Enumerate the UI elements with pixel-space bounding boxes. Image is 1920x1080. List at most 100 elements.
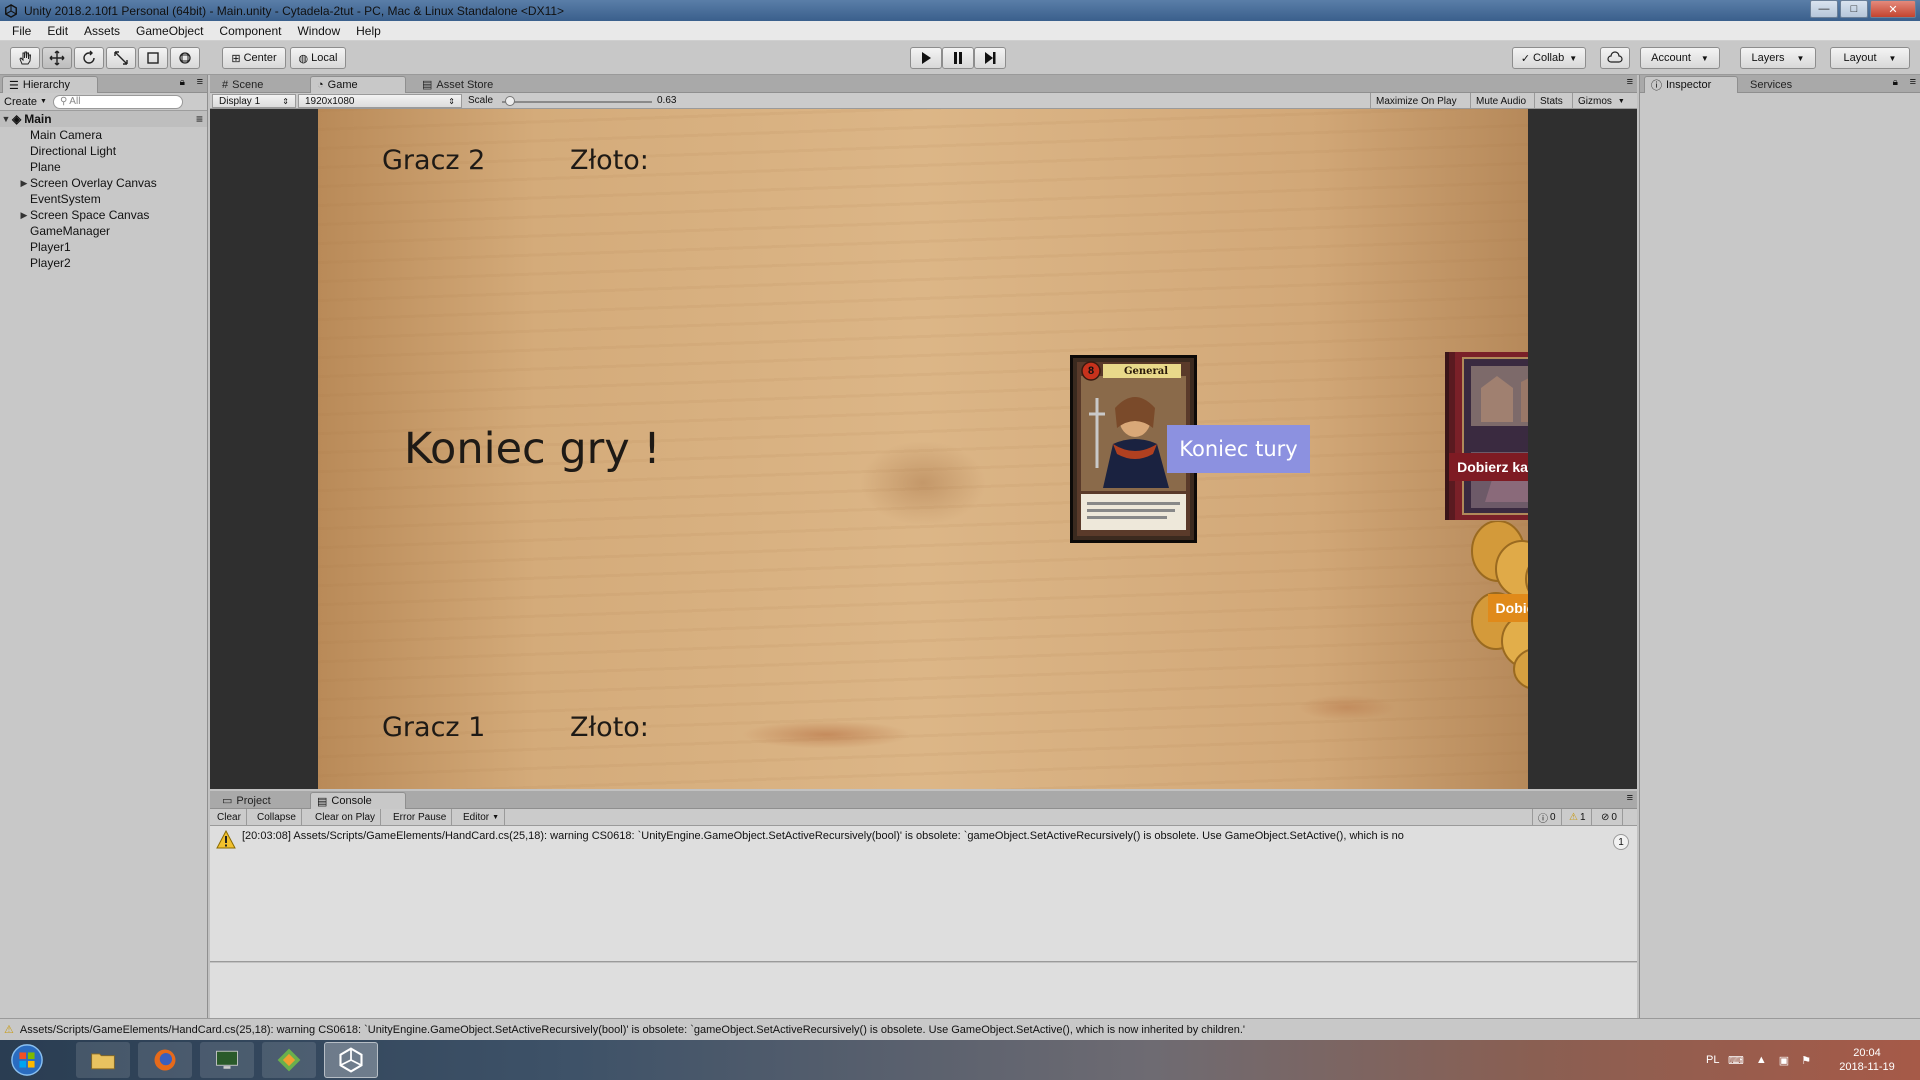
console-tab-label: Console xyxy=(331,795,372,807)
minimize-button[interactable]: — xyxy=(1810,0,1838,18)
maximize-on-play-toggle[interactable]: Maximize On Play xyxy=(1370,93,1462,109)
keyboard-icon[interactable]: ⌨ xyxy=(1728,1054,1744,1067)
menu-edit[interactable]: Edit xyxy=(39,24,76,38)
clear-on-play-toggle[interactable]: Clear on Play xyxy=(310,809,382,826)
gizmos-dropdown[interactable]: Gizmos ▼ xyxy=(1572,93,1630,109)
menu-component[interactable]: Component xyxy=(211,24,289,38)
cloud-button[interactable] xyxy=(1600,47,1630,69)
tab-hierarchy[interactable]: ☰ Hierarchy xyxy=(2,76,98,93)
collapse-toggle[interactable]: Collapse xyxy=(252,809,302,826)
hierarchy-item-player1[interactable]: Player1 xyxy=(0,239,207,255)
search-icon: ⚲ xyxy=(59,96,68,107)
expand-triangle-icon[interactable]: ▶ xyxy=(18,178,30,189)
main-toolbar: ⊞ Center ◍ Local ✓ Collab ▼ Account ▼ Layers ▼… xyxy=(0,41,1920,75)
hierarchy-item-plane[interactable]: Plane xyxy=(0,159,207,175)
hierarchy-item-eventsystem[interactable]: EventSystem xyxy=(0,191,207,207)
expand-triangle-icon[interactable]: ▶ xyxy=(18,210,30,221)
end-turn-button[interactable]: Koniec tury xyxy=(1167,425,1310,473)
panel-menu-icon[interactable]: ≡ xyxy=(1627,792,1633,804)
hierarchy-item-player2[interactable]: Player2 xyxy=(0,255,207,271)
display-select[interactable]: Display 1 ⇕ xyxy=(212,94,296,108)
scene-root-main[interactable]: ▼ ◈ Main ≡ xyxy=(0,111,207,127)
expand-triangle-icon[interactable]: ▼ xyxy=(0,114,12,124)
menu-help[interactable]: Help xyxy=(348,24,389,38)
collab-label: Collab xyxy=(1533,52,1565,64)
taskbar-git-app[interactable] xyxy=(262,1042,316,1078)
warning-count: 1 xyxy=(1579,812,1586,823)
local-label: Local xyxy=(311,52,338,64)
card-deck[interactable] xyxy=(1445,352,1528,520)
rotate-tool-button[interactable] xyxy=(74,47,104,69)
hierarchy-item-directional-light[interactable]: Directional Light xyxy=(0,143,207,159)
hierarchy-item-main-camera[interactable]: Main Camera xyxy=(0,127,207,143)
tab-asset-store[interactable]: ▤ Asset Store xyxy=(416,76,499,93)
create-dropdown[interactable]: Create ▼ xyxy=(4,96,47,108)
editor-dropdown[interactable]: Editor ▼ xyxy=(458,809,506,826)
start-button[interactable] xyxy=(2,1042,52,1078)
tab-inspector[interactable]: ⓘ Inspector xyxy=(1644,76,1738,93)
menu-file[interactable]: File xyxy=(4,24,39,38)
tab-services[interactable]: Services xyxy=(1744,76,1798,93)
show-hidden-icons-icon[interactable]: ▲ xyxy=(1756,1054,1767,1066)
rect-tool-button[interactable] xyxy=(138,47,168,69)
tab-project[interactable]: ▭ Project xyxy=(216,792,277,809)
console-log-entry[interactable]: [20:03:08] Assets/Scripts/GameElements/H… xyxy=(210,826,1637,856)
mute-audio-toggle[interactable]: Mute Audio xyxy=(1470,93,1531,109)
close-button[interactable]: ✕ xyxy=(1870,0,1916,18)
clock[interactable]: 20:04 2018-11-19 xyxy=(1830,1040,1904,1080)
scale-tool-button[interactable] xyxy=(106,47,136,69)
menu-gameobject[interactable]: GameObject xyxy=(128,24,211,38)
scene-menu-icon[interactable]: ≡ xyxy=(196,112,203,126)
language-indicator[interactable]: PL xyxy=(1706,1040,1719,1080)
error-pause-toggle[interactable]: Error Pause xyxy=(388,809,453,826)
info-filter-toggle[interactable]: ⓘ 0 xyxy=(1532,809,1562,826)
network-icon[interactable]: ▣ xyxy=(1779,1054,1789,1067)
hand-tool-button[interactable] xyxy=(10,47,40,69)
maximize-button[interactable]: □ xyxy=(1840,0,1868,18)
scale-slider-handle[interactable] xyxy=(504,96,515,106)
status-bar[interactable]: ⚠ Assets/Scripts/GameElements/HandCard.c… xyxy=(0,1018,1920,1040)
step-button[interactable] xyxy=(974,47,1006,69)
taskbar-unity[interactable] xyxy=(324,1042,378,1078)
panel-menu-icon[interactable]: ≡ xyxy=(1910,76,1916,88)
dropdown-arrow-icon: ▼ xyxy=(492,814,500,821)
console-toolbar: Clear Collapse Clear on Play Error Pause… xyxy=(210,809,1637,826)
hierarchy-search-input[interactable]: ⚲ All xyxy=(52,94,183,109)
pivot-local-button[interactable]: ◍ Local xyxy=(290,47,346,69)
tab-scene[interactable]: # Scene xyxy=(216,76,269,93)
taskbar-explorer[interactable] xyxy=(76,1042,130,1078)
hierarchy-item-screen-space-canvas[interactable]: ▶ Screen Space Canvas xyxy=(0,207,207,223)
hierarchy-item-screen-overlay-canvas[interactable]: ▶ Screen Overlay Canvas xyxy=(0,175,207,191)
move-tool-button[interactable] xyxy=(42,47,72,69)
clear-button[interactable]: Clear xyxy=(212,809,247,826)
pause-button[interactable] xyxy=(942,47,974,69)
hierarchy-item-gamemanager[interactable]: GameManager xyxy=(0,223,207,239)
play-button[interactable] xyxy=(910,47,942,69)
tab-game[interactable]: ◔ Game xyxy=(310,76,406,93)
tab-console[interactable]: ▤ Console xyxy=(310,792,406,809)
taskbar-monitor-app[interactable] xyxy=(200,1042,254,1078)
monitor-icon xyxy=(216,1050,238,1069)
collab-button[interactable]: ✓ Collab ▼ xyxy=(1512,47,1586,69)
scale-slider-track[interactable] xyxy=(502,101,652,103)
flag-icon[interactable]: ⚑ xyxy=(1801,1054,1811,1067)
layout-dropdown[interactable]: Layout ▼ xyxy=(1830,47,1910,69)
transform-tool-button[interactable] xyxy=(170,47,200,69)
resolution-select[interactable]: 1920x1080 ⇕ xyxy=(298,94,462,108)
stats-toggle[interactable]: Stats xyxy=(1534,93,1568,109)
panel-menu-icon[interactable]: ≡ xyxy=(1627,76,1633,88)
account-dropdown[interactable]: Account ▼ xyxy=(1640,47,1720,69)
warning-filter-toggle[interactable]: ⚠ 1 xyxy=(1564,809,1592,826)
draw-gold-button[interactable]: Dobierz zloto xyxy=(1488,594,1528,622)
menu-window[interactable]: Window xyxy=(289,24,348,38)
error-filter-toggle[interactable]: ⊘ 0 xyxy=(1596,809,1623,826)
pivot-center-button[interactable]: ⊞ Center xyxy=(222,47,286,69)
game-view[interactable]: Gracz 2 Złoto: Koniec gry ! Gracz 1 Złot… xyxy=(210,109,1637,789)
draw-card-button[interactable]: Dobierz karte xyxy=(1449,453,1528,481)
taskbar-firefox[interactable] xyxy=(138,1042,192,1078)
panel-menu-icon[interactable]: ≡ xyxy=(197,76,203,88)
menu-assets[interactable]: Assets xyxy=(76,24,128,38)
inspector-tabbar: ⓘ Inspector Services 🔒︎ ≡ xyxy=(1640,75,1920,93)
firefox-icon xyxy=(154,1049,176,1071)
layers-dropdown[interactable]: Layers ▼ xyxy=(1740,47,1816,69)
